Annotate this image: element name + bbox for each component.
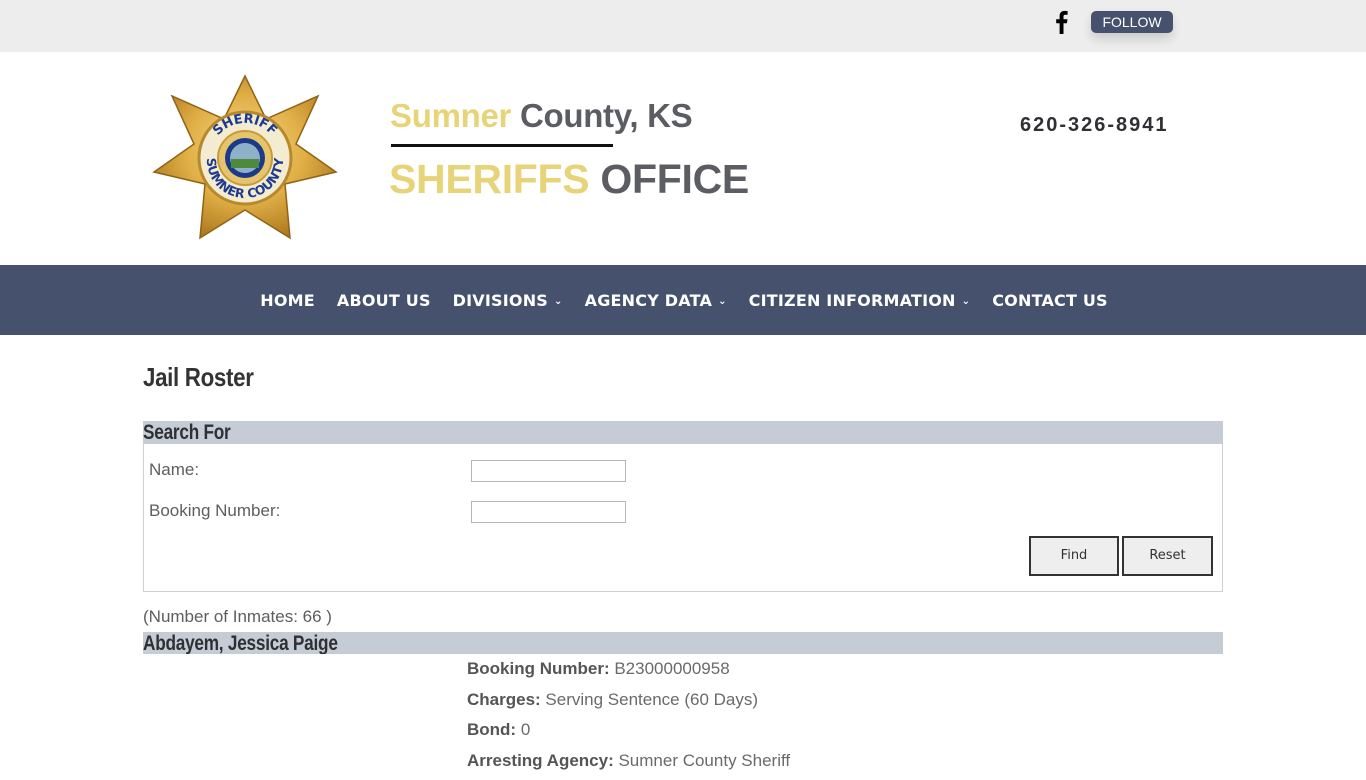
field-value: Sumner County Sheriff <box>614 751 790 770</box>
inmate-details: Booking Number: B23000000958 Charges: Se… <box>467 658 790 780</box>
booking-number-row: Booking Number: B23000000958 <box>467 658 790 689</box>
field-label: Bond: <box>467 720 516 739</box>
field-value: B23000000958 <box>610 659 730 678</box>
top-bar: FOLLOW <box>0 0 1366 52</box>
inmate-count: (Number of Inmates: 66 ) <box>143 607 332 627</box>
inmate-name: Abdayem, Jessica Paige <box>143 632 338 654</box>
nav-item-home[interactable]: HOME <box>260 291 315 310</box>
reset-button[interactable]: Reset <box>1122 536 1213 576</box>
field-value: Serving Sentence (60 Days) <box>541 690 758 709</box>
title-main: OFFICE <box>589 156 749 202</box>
nav-item-agency-data[interactable]: AGENCY DATA ⌄ <box>585 291 727 310</box>
title-divider <box>391 144 613 147</box>
field-label: Charges: <box>467 690 541 709</box>
nav-label: ABOUT US <box>337 291 431 310</box>
site-header: SHERIFF SUMNER COUNTY Sumner County, KS … <box>0 52 1366 265</box>
chevron-down-icon: ⌄ <box>962 296 971 307</box>
find-button[interactable]: Find <box>1029 536 1119 576</box>
chevron-down-icon: ⌄ <box>554 296 563 307</box>
arresting-agency-row: Arresting Agency: Sumner County Sheriff <box>467 750 790 780</box>
site-title-office[interactable]: SHERIFFS OFFICE <box>389 156 749 203</box>
site-title-county[interactable]: Sumner County, KS <box>390 97 692 135</box>
phone-number[interactable]: 620-326-8941 <box>1020 114 1169 137</box>
facebook-icon[interactable] <box>1053 10 1069 34</box>
title-accent: Sumner <box>390 97 511 134</box>
page-title: Jail Roster <box>143 362 254 393</box>
charges-row: Charges: Serving Sentence (60 Days) <box>467 689 790 720</box>
inmate-name-bar: Abdayem, Jessica Paige <box>143 632 1223 654</box>
field-label: Arresting Agency: <box>467 751 614 770</box>
title-main: County, KS <box>511 97 692 134</box>
name-input[interactable] <box>471 460 626 482</box>
search-heading-bar: Search For <box>143 421 1223 444</box>
booking-number-label: Booking Number: <box>149 501 280 521</box>
nav-label: AGENCY DATA <box>585 291 712 310</box>
main-nav: HOME ABOUT US DIVISIONS ⌄ AGENCY DATA ⌄ CI… <box>0 265 1366 335</box>
search-form: Search For Name: Booking Number: Find Re… <box>143 421 1223 592</box>
nav-label: CONTACT US <box>992 291 1108 310</box>
name-label: Name: <box>149 460 199 480</box>
nav-item-divisions[interactable]: DIVISIONS ⌄ <box>453 291 563 310</box>
sheriff-badge-logo[interactable]: SHERIFF SUMNER COUNTY <box>152 70 338 250</box>
nav-item-contact-us[interactable]: CONTACT US <box>992 291 1108 310</box>
nav-label: DIVISIONS <box>453 291 548 310</box>
follow-button[interactable]: FOLLOW <box>1091 11 1173 33</box>
nav-label: HOME <box>260 291 315 310</box>
search-heading: Search For <box>143 421 231 444</box>
field-value: 0 <box>516 720 530 739</box>
field-label: Booking Number: <box>467 659 610 678</box>
nav-item-about-us[interactable]: ABOUT US <box>337 291 431 310</box>
nav-label: CITIZEN INFORMATION <box>749 291 956 310</box>
chevron-down-icon: ⌄ <box>718 296 727 307</box>
nav-item-citizen-information[interactable]: CITIZEN INFORMATION ⌄ <box>749 291 971 310</box>
title-accent: SHERIFFS <box>389 156 589 202</box>
bond-row: Bond: 0 <box>467 719 790 750</box>
booking-number-input[interactable] <box>471 501 626 523</box>
